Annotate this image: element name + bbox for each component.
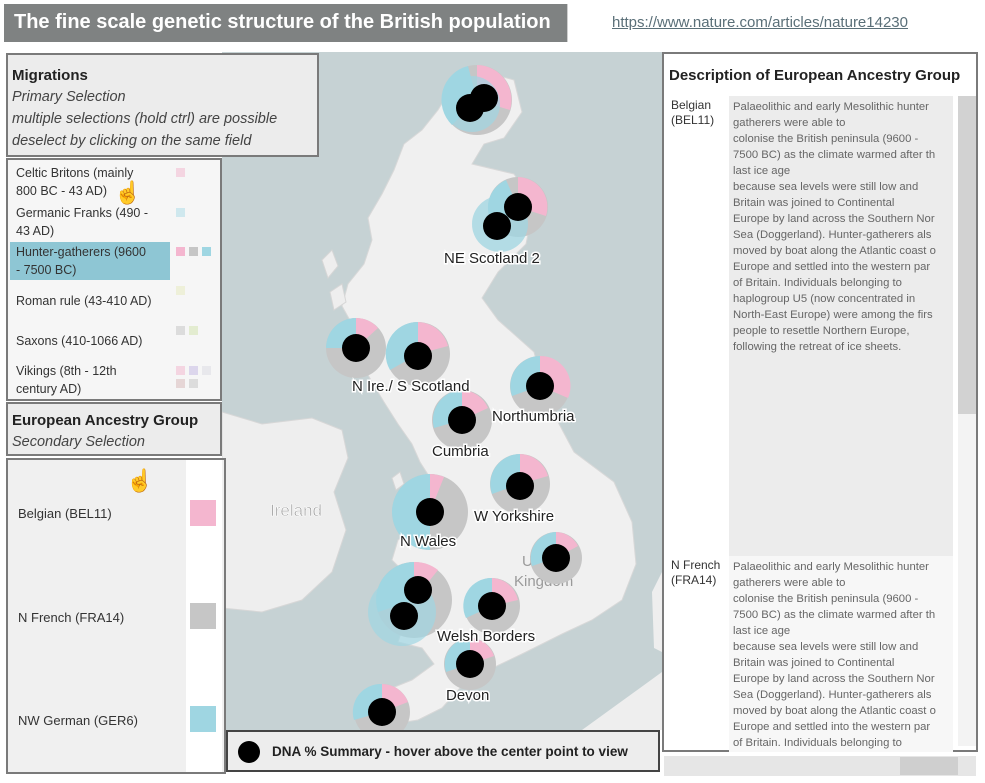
row-label-line: N French bbox=[671, 558, 721, 572]
hebrides bbox=[321, 249, 347, 311]
ireland-label: Ireland bbox=[270, 501, 322, 520]
url-box: https://www.nature.com/articles/nature14… bbox=[567, 4, 982, 42]
migrations-heading: Migrations bbox=[12, 67, 88, 84]
ancestry-item-belgian[interactable]: Belgian (BEL11) bbox=[18, 506, 112, 521]
swatch-saxons-grey bbox=[176, 326, 185, 335]
france-landmass bbox=[582, 672, 662, 730]
marker-n-ireland[interactable] bbox=[326, 318, 386, 378]
marker-northumbria[interactable] bbox=[510, 355, 571, 416]
region-label-n-ire-s-scotland: N Ire./ S Scotland bbox=[352, 378, 470, 395]
marker-orkney[interactable] bbox=[441, 65, 512, 135]
marker-devon[interactable] bbox=[444, 638, 496, 690]
migration-item-roman-rule[interactable]: Roman rule (43-410 AD) bbox=[10, 292, 170, 312]
migration-item-vikings[interactable]: Vikings (8th - 12th century AD) bbox=[10, 362, 170, 400]
swatch-vikings-grey bbox=[189, 379, 198, 388]
region-label-n-wales: N Wales bbox=[400, 533, 456, 550]
swatch-belgian bbox=[176, 168, 185, 177]
marker-s-scotland[interactable] bbox=[385, 321, 450, 386]
migrations-header: Migrations Primary Selection multiple se… bbox=[6, 53, 319, 157]
swatch-saxons-green bbox=[189, 326, 198, 335]
dna-summary-legend: DNA % Summary - hover above the center p… bbox=[226, 730, 660, 772]
title-bar: The fine scale genetic structure of the … bbox=[4, 4, 982, 42]
migration-item-germanic-franks[interactable]: Germanic Franks (490 - 43 AD) bbox=[10, 204, 170, 242]
legend-text: DNA % Summary - hover above the center p… bbox=[272, 744, 628, 759]
center-point-icon bbox=[238, 741, 260, 763]
swatch-nw-german bbox=[202, 247, 211, 256]
ancestry-swatch-n-french[interactable] bbox=[190, 603, 216, 629]
pointer-hand-icon: ☝ bbox=[126, 468, 154, 493]
pointer-hand-icon: ☝ bbox=[114, 180, 142, 205]
ancestry-swatch-nw-german[interactable] bbox=[190, 706, 216, 732]
description-row-label-belgian: Belgian (BEL11) bbox=[671, 98, 729, 128]
description-scroll-thumb[interactable] bbox=[958, 96, 976, 414]
row-label-line: (FRA14) bbox=[671, 573, 717, 587]
swatch-n-french bbox=[189, 247, 198, 256]
description-row-label-n-french: N French (FRA14) bbox=[671, 558, 729, 588]
ancestry-header: European Ancestry Group Secondary Select… bbox=[6, 402, 222, 456]
migration-item-line: Saxons (410-1066 AD) bbox=[16, 334, 143, 348]
region-label-cumbria: Cumbria bbox=[432, 443, 489, 460]
description-heading: Description of European Ancestry Group bbox=[669, 67, 961, 84]
migrations-list: Celtic Britons (mainly 800 BC - 43 AD) G… bbox=[6, 158, 222, 401]
region-label-w-yorkshire: W Yorkshire bbox=[474, 508, 554, 525]
page-title: The fine scale genetic structure of the … bbox=[14, 11, 551, 33]
swatch-vikings-rose bbox=[176, 379, 185, 388]
region-label-northumbria: Northumbria bbox=[492, 408, 575, 425]
description-text-n-french: Palaeolithic and early Mesolithic hunter… bbox=[729, 556, 953, 752]
row-label-line: (BEL11) bbox=[671, 113, 715, 127]
migration-item-line: Germanic Franks (490 - bbox=[16, 206, 148, 220]
migration-item-line: Roman rule (43-410 AD) bbox=[16, 294, 152, 308]
migration-item-line: Hunter-gatherers (9600 bbox=[16, 245, 146, 259]
ancestry-heading: European Ancestry Group bbox=[12, 412, 199, 429]
swatch-vikings-pink bbox=[176, 366, 185, 375]
region-label-devon: Devon bbox=[446, 687, 489, 704]
secondary-selection-label: Secondary Selection bbox=[12, 434, 145, 450]
ancestry-item-nw-german[interactable]: NW German (GER6) bbox=[18, 713, 138, 728]
migration-item-hunter-gatherers[interactable]: Hunter-gatherers (9600 - 7500 BC) bbox=[10, 242, 170, 280]
ancestry-item-n-french[interactable]: N French (FRA14) bbox=[18, 610, 124, 625]
migration-item-line: 800 BC - 43 AD) bbox=[16, 184, 108, 198]
ancestry-list: ☝ Belgian (BEL11) N French (FRA14) NW Ge… bbox=[6, 458, 226, 774]
marker-cumbria[interactable] bbox=[432, 390, 492, 450]
row-label-line: Belgian bbox=[671, 98, 712, 112]
migration-item-line: 43 AD) bbox=[16, 224, 55, 238]
region-label-ne-scotland-2: NE Scotland 2 bbox=[444, 250, 540, 267]
deselect-hint: deselect by clicking on the same field bbox=[12, 133, 252, 149]
migration-item-line: Celtic Britons (mainly bbox=[16, 166, 134, 180]
migration-item-celtic-britons[interactable]: Celtic Britons (mainly 800 BC - 43 AD) bbox=[10, 164, 170, 202]
region-label-welsh-borders: Welsh Borders bbox=[437, 628, 535, 645]
swatch-nw-german bbox=[176, 208, 185, 217]
marker-east[interactable] bbox=[530, 532, 582, 584]
article-link[interactable]: https://www.nature.com/articles/nature14… bbox=[612, 14, 908, 31]
migration-item-line: century AD) bbox=[16, 382, 82, 396]
multi-select-hint: multiple selections (hold ctrl) are poss… bbox=[12, 111, 278, 127]
description-text-belgian: Palaeolithic and early Mesolithic hunter… bbox=[729, 96, 953, 556]
ancestry-swatch-belgian[interactable] bbox=[190, 500, 216, 526]
migration-item-saxons[interactable]: Saxons (410-1066 AD) bbox=[10, 332, 170, 352]
marker-w-yorkshire[interactable] bbox=[490, 454, 550, 514]
swatch-belgian bbox=[176, 247, 185, 256]
migration-item-line: Vikings (8th - 12th bbox=[16, 364, 117, 378]
continent-landmass bbox=[652, 572, 662, 652]
swatch-vikings-lavender bbox=[202, 366, 211, 375]
swatch-vikings-purple bbox=[189, 366, 198, 375]
swatch-roman bbox=[176, 286, 185, 295]
migration-item-line: - 7500 BC) bbox=[16, 263, 77, 277]
description-horizontal-scroll-thumb[interactable] bbox=[900, 757, 958, 775]
primary-selection-label: Primary Selection bbox=[12, 89, 126, 105]
